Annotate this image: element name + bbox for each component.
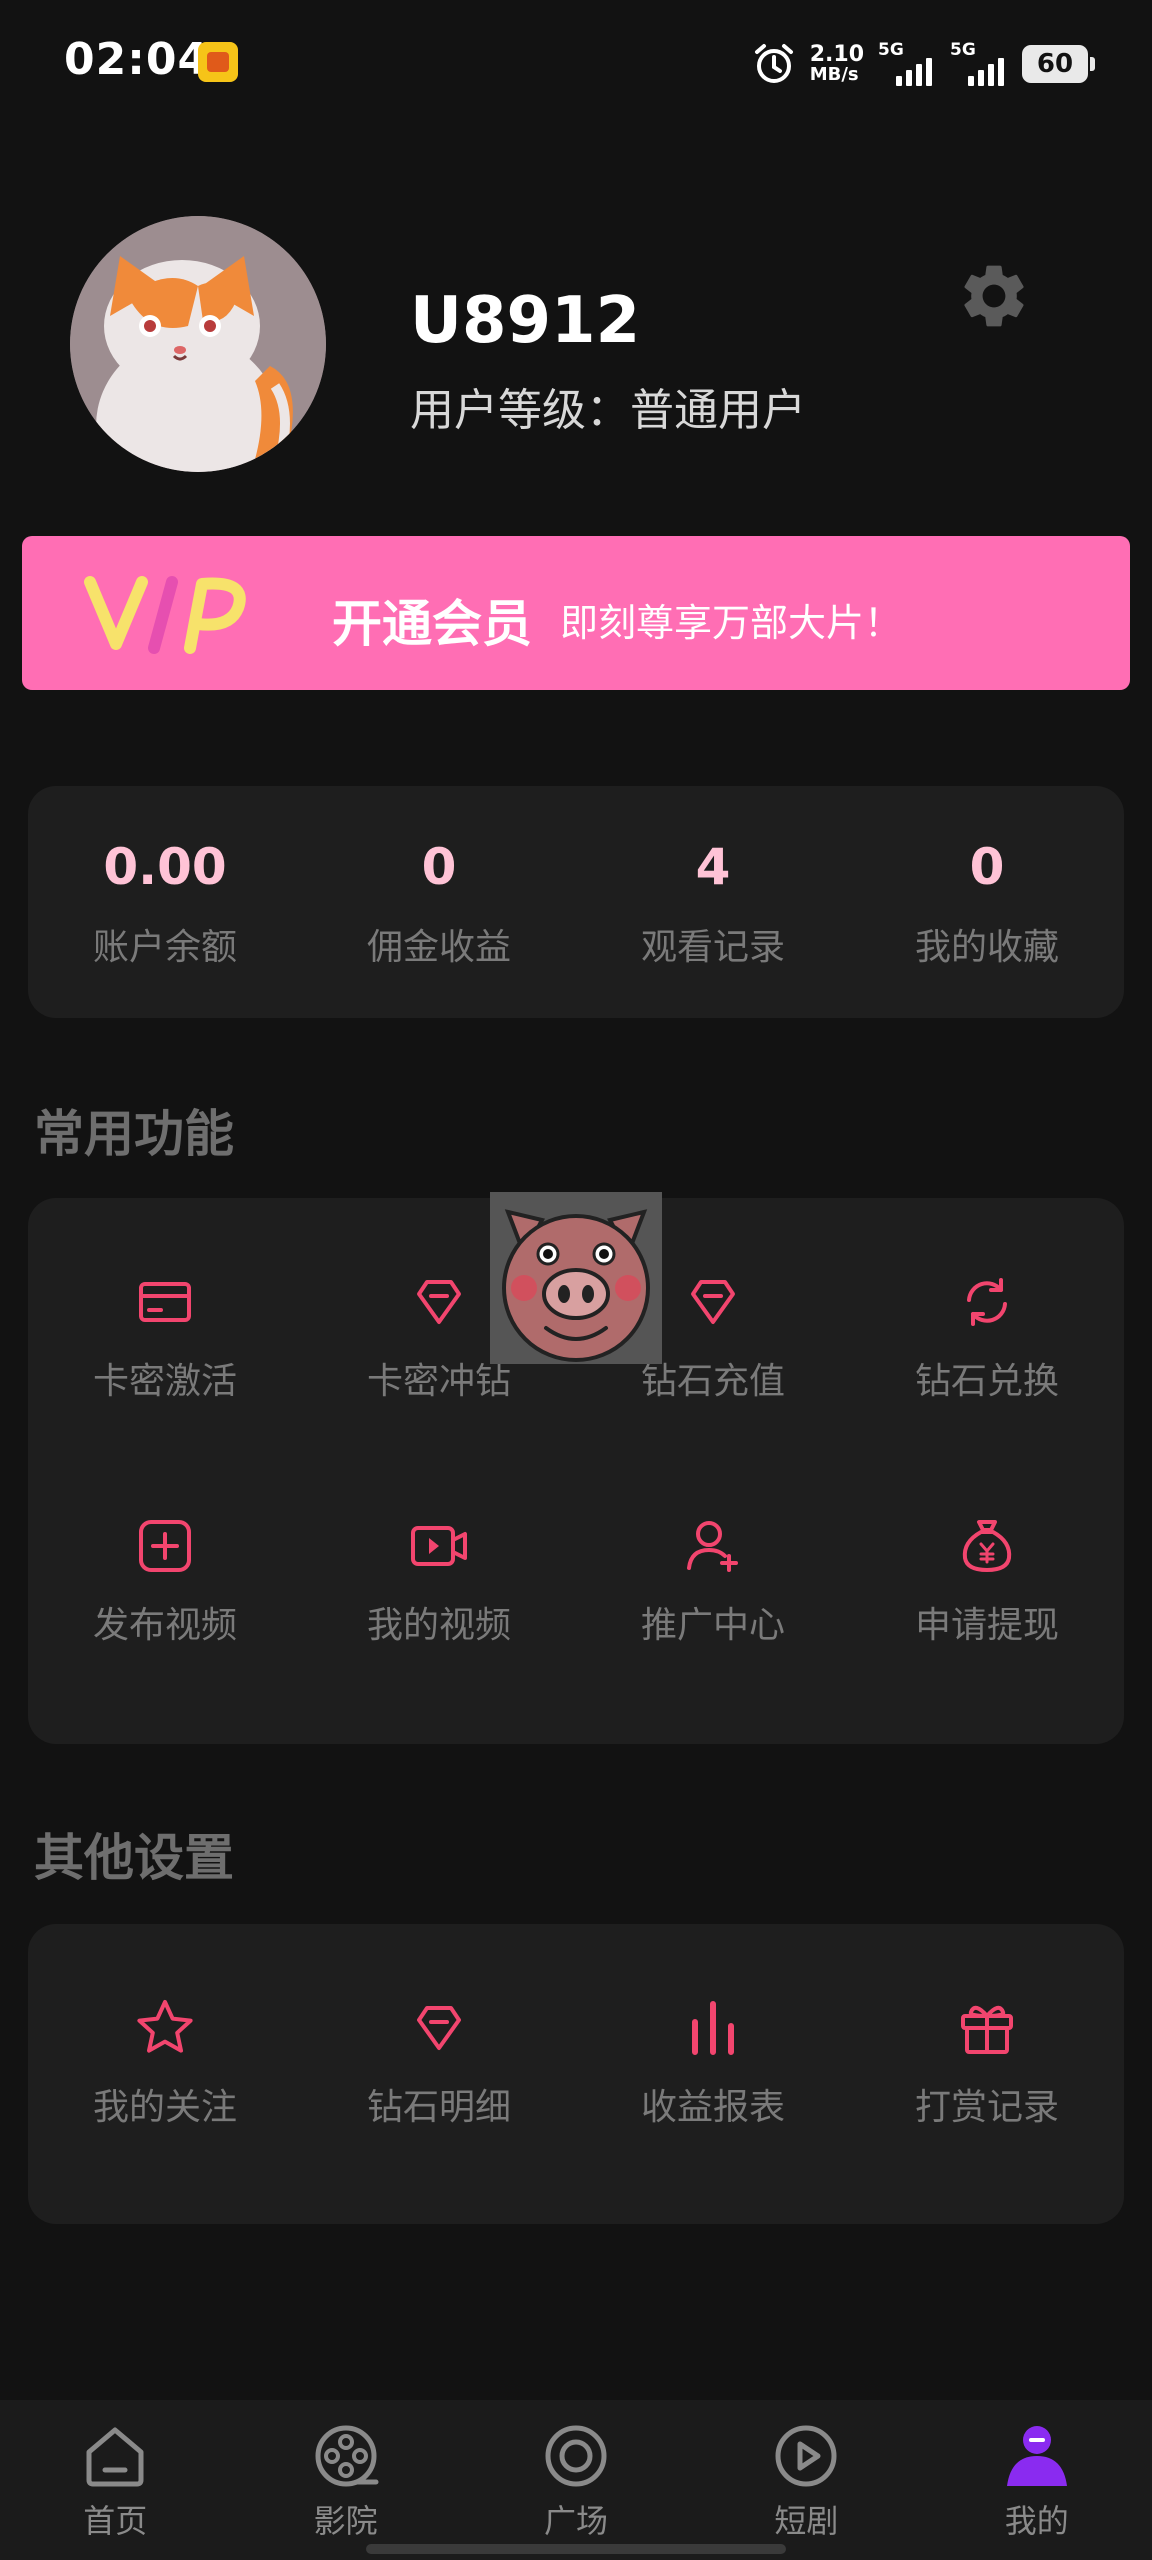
withdraw-button[interactable]: 申请提现 xyxy=(850,1478,1124,1722)
sim2-label: 5G xyxy=(950,40,976,60)
grid-label: 打赏记录 xyxy=(914,2087,1059,2128)
card-icon xyxy=(139,1282,191,1322)
promotion-center-button[interactable]: 推广中心 xyxy=(576,1478,850,1722)
film-reel-icon xyxy=(315,2425,379,2487)
grid-label: 卡密激活 xyxy=(92,1361,237,1402)
stat-value: 4 xyxy=(695,838,731,896)
grid-label: 申请提现 xyxy=(914,1605,1059,1646)
user-level: 用户等级： 普通用户 xyxy=(410,374,806,438)
other-settings-card: 我的关注 钻石明细 收益报表 打赏记录 xyxy=(28,1924,1124,2224)
diamond-details-button[interactable]: 钻石明细 xyxy=(302,1960,576,2204)
battery-level: 60 xyxy=(1036,49,1074,79)
avatar[interactable] xyxy=(70,216,326,472)
grid-label: 收益报表 xyxy=(640,2087,785,2128)
diamond-icon xyxy=(417,2006,461,2050)
pig-mascot-icon[interactable] xyxy=(490,1192,662,1364)
grid-label: 钻石充值 xyxy=(640,1361,785,1402)
sim1-label: 5G xyxy=(878,40,904,60)
reward-records-button[interactable]: 打赏记录 xyxy=(850,1960,1124,2204)
grid-label: 钻石明细 xyxy=(366,2087,511,2128)
grid-label: 我的视频 xyxy=(366,1605,511,1646)
diamond-exchange-button[interactable]: 钻石兑换 xyxy=(850,1234,1124,1478)
home-indicator xyxy=(366,2544,786,2554)
other-settings-title: 其他设置 xyxy=(34,1829,234,1887)
bottom-nav: 首页 影院 广场 短剧 我的 xyxy=(0,2400,1152,2560)
stat-value: 0 xyxy=(421,838,457,896)
add-square-icon xyxy=(139,1520,191,1572)
vip-subtitle: 即刻尊享万部大片！ xyxy=(560,601,903,645)
add-user-icon xyxy=(687,1521,738,1572)
stat-watch-history[interactable]: 4 观看记录 xyxy=(576,786,850,1018)
bar-chart-icon xyxy=(692,2001,734,2055)
nav-mine[interactable]: 我的 xyxy=(922,2400,1152,2560)
battery-icon: 60 xyxy=(1022,45,1095,83)
nav-cinema[interactable]: 影院 xyxy=(230,2400,460,2560)
vip-title: 开通会员 xyxy=(332,595,532,653)
status-bar: 02:04 2.10 MB/s 5G 5G 60 xyxy=(0,0,1152,128)
status-indicators: 2.10 MB/s 5G 5G 60 xyxy=(752,36,1095,92)
diamond-minus-icon xyxy=(691,1280,735,1324)
common-functions-title: 常用功能 xyxy=(34,1105,234,1163)
profile-icon xyxy=(1006,2426,1067,2486)
nav-square[interactable]: 广场 xyxy=(461,2400,691,2560)
username: U8912 xyxy=(410,284,641,358)
video-icon xyxy=(411,1526,467,1566)
star-icon xyxy=(137,2000,193,2053)
diamond-icon xyxy=(417,1280,461,1324)
stats-card: 0.00 账户余额 0 佣金收益 4 观看记录 0 我的收藏 xyxy=(28,786,1124,1018)
my-follows-button[interactable]: 我的关注 xyxy=(28,1960,302,2204)
grid-label: 发布视频 xyxy=(92,1605,237,1646)
grid-label: 钻石兑换 xyxy=(914,1361,1059,1402)
vip-banner[interactable]: 开通会员 即刻尊享万部大片！ xyxy=(22,536,1130,690)
cat-avatar-icon xyxy=(70,216,326,472)
nav-label: 首页 xyxy=(83,2502,148,2540)
circle-icon xyxy=(545,2425,607,2487)
alarm-icon xyxy=(754,44,793,83)
stat-value: 0.00 xyxy=(103,838,227,896)
home-icon xyxy=(86,2427,144,2487)
network-speed: 2.10 MB/s xyxy=(810,44,864,84)
stat-label: 观看记录 xyxy=(640,927,785,968)
play-circle-icon xyxy=(775,2425,837,2487)
vip-logo xyxy=(84,576,246,654)
stat-balance[interactable]: 0.00 账户余额 xyxy=(28,786,302,1018)
my-videos-button[interactable]: 我的视频 xyxy=(302,1478,576,1722)
stat-label: 账户余额 xyxy=(92,927,237,968)
nav-home[interactable]: 首页 xyxy=(0,2400,230,2560)
nav-label: 我的 xyxy=(1004,2502,1069,2540)
profile-page: 02:04 2.10 MB/s 5G 5G 60 U8912 用户等级： 普通用… xyxy=(0,0,1152,2560)
signal-1-icon: 5G xyxy=(878,40,936,86)
signal-2-icon: 5G xyxy=(950,40,1008,86)
nav-label: 影院 xyxy=(313,2502,378,2540)
stat-label: 我的收藏 xyxy=(914,927,1059,968)
stat-commission[interactable]: 0 佣金收益 xyxy=(302,786,576,1018)
stat-favorites[interactable]: 0 我的收藏 xyxy=(850,786,1124,1018)
refresh-icon xyxy=(967,1278,1007,1326)
status-time: 02:04 xyxy=(64,34,210,85)
user-level-value: 普通用户 xyxy=(630,385,806,436)
nav-short-drama[interactable]: 短剧 xyxy=(691,2400,921,2560)
network-speed-unit: MB/s xyxy=(809,64,859,85)
publish-video-button[interactable]: 发布视频 xyxy=(28,1478,302,1722)
money-bag-icon xyxy=(962,1520,1012,1572)
gift-icon xyxy=(961,2005,1013,2054)
gear-icon[interactable] xyxy=(956,258,1032,334)
grid-label: 我的关注 xyxy=(92,2087,237,2128)
grid-label: 推广中心 xyxy=(640,1605,785,1646)
nav-label: 广场 xyxy=(543,2502,608,2540)
user-level-label: 用户等级： xyxy=(410,385,630,436)
stat-value: 0 xyxy=(969,838,1005,896)
earnings-report-button[interactable]: 收益报表 xyxy=(576,1960,850,2204)
network-speed-value: 2.10 xyxy=(809,42,864,67)
card-activate-button[interactable]: 卡密激活 xyxy=(28,1234,302,1478)
notification-app-icon xyxy=(198,42,238,82)
stat-label: 佣金收益 xyxy=(366,927,511,968)
nav-label: 短剧 xyxy=(774,2502,839,2540)
